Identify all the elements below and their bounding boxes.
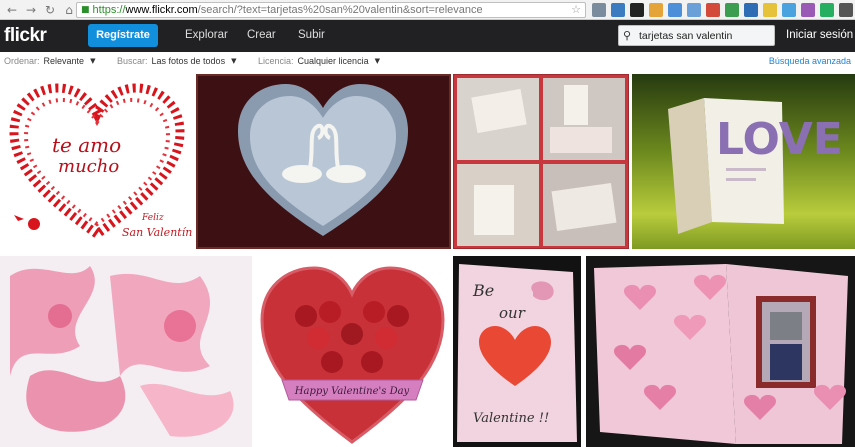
photo-text: Feliz <box>141 213 164 223</box>
caret-down-icon[interactable]: ▼ <box>90 57 95 65</box>
extension-icon[interactable] <box>725 3 739 17</box>
search-scope-filter[interactable]: Buscar: Las fotos de todos ▼ <box>117 56 236 66</box>
swans-image <box>198 76 449 247</box>
extension-icon[interactable] <box>668 3 682 17</box>
love-card-image: LOVE <box>668 98 843 234</box>
extension-icon[interactable] <box>649 3 663 17</box>
site-header: flickr Regístrate Explorar Crear Subir ⚲… <box>0 20 855 52</box>
photo-text: our <box>499 304 526 322</box>
photo-thumbnail[interactable] <box>196 74 451 249</box>
photo-text: San Valentín <box>122 226 192 239</box>
license-label: Licencia: <box>258 56 294 66</box>
photo-text: Be <box>472 281 494 300</box>
pink-paint-image <box>0 256 252 447</box>
cards-collage-image <box>454 75 628 248</box>
sort-filter[interactable]: Ordenar: Relevante ▼ <box>4 56 95 66</box>
heart-card-image: te amo mucho Feliz San Valentín <box>9 83 192 240</box>
photo-text: mucho <box>58 156 119 177</box>
photo-text: LOVE <box>716 114 843 165</box>
extension-icon[interactable] <box>839 3 853 17</box>
extension-icon[interactable] <box>782 3 796 17</box>
nav-create[interactable]: Crear <box>247 29 276 41</box>
extension-icon[interactable] <box>744 3 758 17</box>
photo-thumbnail[interactable] <box>586 256 855 447</box>
extension-icon[interactable] <box>801 3 815 17</box>
nav-explore[interactable]: Explorar <box>185 29 228 41</box>
search-scope-label: Buscar: <box>117 56 148 66</box>
bookmark-star-icon[interactable]: ☆ <box>571 3 581 16</box>
caret-down-icon[interactable]: ▼ <box>231 57 236 65</box>
url-path: /search/?text=tarjetas%20san%20valentin&… <box>197 4 483 16</box>
photo-thumbnail[interactable]: te amo mucho Feliz San Valentín <box>0 74 194 249</box>
url-scheme: https:// <box>92 4 126 16</box>
login-link[interactable]: Iniciar sesión <box>786 29 853 41</box>
roses-heart-image: Happy Valentine's Day <box>256 256 449 447</box>
nav-upload[interactable]: Subir <box>298 29 325 41</box>
advanced-search-link[interactable]: Búsqueda avanzada <box>769 56 851 66</box>
photo-thumbnail[interactable]: Be our Valentine !! <box>453 256 581 447</box>
photo-thumbnail[interactable]: Happy Valentine's Day <box>256 256 449 447</box>
url-host: www.flickr.com <box>125 4 198 16</box>
browser-toolbar: ← → ↻ ⌂ ■ https:// www.flickr.com /searc… <box>0 0 855 20</box>
search-field[interactable]: ⚲ <box>618 25 775 46</box>
license-value[interactable]: Cualquier licencia <box>298 56 369 66</box>
sort-label: Ordenar: <box>4 56 40 66</box>
lock-icon: ■ <box>81 5 90 15</box>
extension-icon[interactable] <box>763 3 777 17</box>
extension-icon[interactable] <box>611 3 625 17</box>
address-bar[interactable]: ■ https:// www.flickr.com /search/?text=… <box>76 2 586 18</box>
reload-icon[interactable]: ↻ <box>43 3 57 17</box>
extension-icon[interactable] <box>820 3 834 17</box>
extension-icon[interactable] <box>592 3 606 17</box>
photo-thumbnail[interactable] <box>0 256 252 447</box>
sort-value[interactable]: Relevante <box>44 56 85 66</box>
photo-text: Valentine !! <box>473 411 549 426</box>
license-filter[interactable]: Licencia: Cualquier licencia ▼ <box>258 56 380 66</box>
caret-down-icon[interactable]: ▼ <box>375 57 380 65</box>
search-scope-value[interactable]: Las fotos de todos <box>152 56 226 66</box>
extension-icon[interactable] <box>630 3 644 17</box>
forward-icon[interactable]: → <box>24 3 38 17</box>
photo-thumbnail[interactable]: LOVE <box>632 74 855 249</box>
valentine-card-image: Be our Valentine !! <box>453 256 581 447</box>
photo-text: te amo <box>52 133 121 157</box>
search-input[interactable] <box>639 29 769 42</box>
search-icon[interactable]: ⚲ <box>623 29 639 42</box>
signup-button[interactable]: Regístrate <box>88 24 158 47</box>
extension-icons <box>592 3 855 17</box>
extension-icon[interactable] <box>687 3 701 17</box>
open-card-image <box>586 256 855 447</box>
photo-text: Happy Valentine's Day <box>294 386 410 397</box>
home-icon[interactable]: ⌂ <box>62 3 76 17</box>
photo-thumbnail[interactable] <box>453 74 629 249</box>
filter-bar: Ordenar: Relevante ▼ Buscar: Las fotos d… <box>0 52 855 70</box>
back-icon[interactable]: ← <box>5 3 19 17</box>
flickr-logo[interactable]: flickr <box>4 25 47 47</box>
extension-icon[interactable] <box>706 3 720 17</box>
